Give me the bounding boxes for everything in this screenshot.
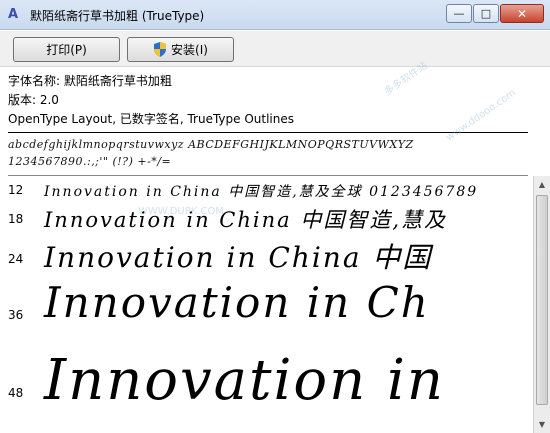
window-title: 默陌纸斋行草书加粗 (TrueType)	[30, 9, 205, 23]
sample-text: Innovation in	[44, 348, 445, 413]
minimize-button[interactable]: —	[446, 4, 472, 23]
install-button[interactable]: 安装(I)	[127, 37, 234, 62]
size-label: 12	[8, 183, 24, 197]
size-label: 36	[8, 308, 24, 322]
sample-row-48: 48 Innovation in	[0, 344, 530, 433]
sample-text: Innovation in China 中国	[44, 241, 433, 274]
watermark: WWW.DUPK.COM	[138, 206, 224, 217]
watermark: www.ddooo.com	[444, 87, 518, 144]
install-button-label: 安装(I)	[171, 43, 208, 57]
uac-shield-icon	[154, 42, 167, 57]
font-file-icon: A	[8, 7, 19, 22]
charset-letters: abcdefghijklmnopqrstuvwxyz ABCDEFGHIJKLM…	[8, 138, 414, 151]
font-details: OpenType Layout, 已数字签名, TrueType Outline…	[8, 112, 295, 126]
sample-text: Innovation in Ch	[44, 278, 430, 327]
size-label: 24	[8, 252, 24, 266]
charset-symbols: 1234567890.:,;'" (!?) +-*/=	[8, 155, 172, 168]
font-info: 字体名称: 默陌纸斋行草书加粗 版本: 2.0 OpenType Layout,…	[8, 72, 294, 129]
sample-text: Innovation in China 中国智造,慧及全球 0123456789	[44, 184, 479, 200]
toolbar: 打印(P) 安装(I)	[0, 31, 550, 67]
font-version: 版本: 2.0	[8, 93, 59, 107]
close-button[interactable]: ✕	[500, 4, 544, 23]
sample-row-36: 36 Innovation in Ch	[0, 278, 530, 338]
size-label: 48	[8, 386, 24, 400]
sample-row-12: 12 Innovation in China 中国智造,慧及全球 0123456…	[0, 180, 530, 202]
print-button[interactable]: 打印(P)	[13, 37, 120, 62]
print-button-label: 打印(P)	[46, 43, 87, 57]
size-label: 18	[8, 212, 24, 226]
sample-row-18: 18 Innovation in China 中国智造,慧及	[0, 204, 530, 234]
maximize-button[interactable]: □	[473, 4, 499, 23]
sample-row-24: 24 Innovation in China 中国	[0, 236, 530, 276]
scroll-down-icon[interactable]: ▼	[534, 416, 550, 433]
scrollbar-thumb[interactable]	[536, 195, 548, 405]
divider	[8, 175, 528, 176]
title-bar: A 默陌纸斋行草书加粗 (TrueType) — □ ✕	[0, 0, 550, 30]
window-controls: — □ ✕	[446, 4, 544, 24]
scroll-up-icon[interactable]: ▲	[534, 176, 550, 193]
sample-text: Innovation in China 中国智造,慧及	[44, 208, 447, 232]
font-name: 字体名称: 默陌纸斋行草书加粗	[8, 74, 172, 88]
vertical-scrollbar[interactable]: ▲ ▼	[533, 176, 550, 433]
